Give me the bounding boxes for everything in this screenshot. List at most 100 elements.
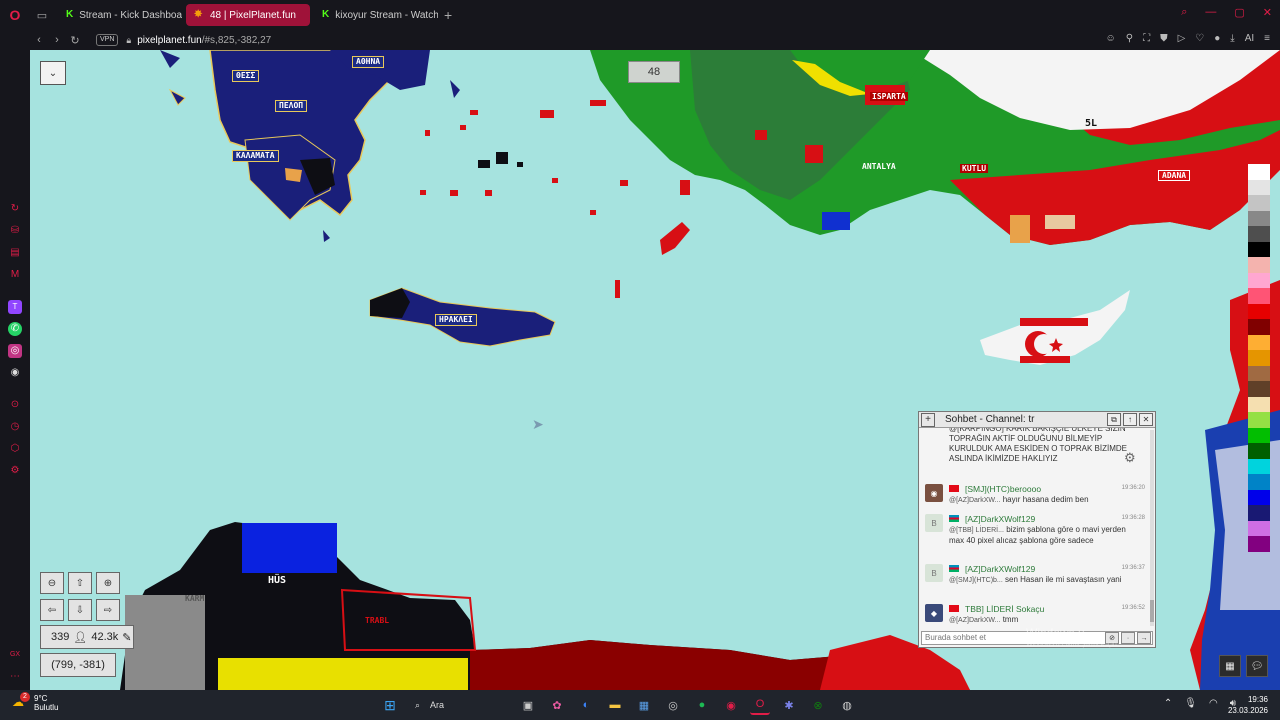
download-icon[interactable]: ⤓: [1230, 33, 1234, 44]
move-down-button[interactable]: ⇩: [68, 599, 92, 621]
opera-logo-icon[interactable]: O: [0, 0, 30, 30]
extensions-icon[interactable]: ⬡: [8, 442, 22, 456]
tab-pixelplanet[interactable]: ✸ 48 | PixelPlanet.fun: [186, 4, 310, 26]
github-icon[interactable]: ◍: [837, 695, 857, 715]
chat-settings-icon[interactable]: ⚙: [1124, 450, 1136, 466]
windows-start-icon[interactable]: ⊞: [380, 695, 400, 715]
twitch-icon[interactable]: T: [8, 300, 22, 314]
refresh-feed-icon[interactable]: ↻: [8, 202, 22, 216]
new-tab-button[interactable]: +: [444, 7, 452, 23]
microphone-icon[interactable]: 🎙︎: [1184, 698, 1197, 709]
tab-islands-icon[interactable]: ▭: [30, 0, 54, 30]
instagram-icon[interactable]: ◎: [8, 344, 22, 358]
vpn-badge[interactable]: VPN: [96, 34, 119, 46]
tab-kick-dashboard[interactable]: K Stream - Kick Dashboard: [58, 4, 182, 26]
emoji-icon[interactable]: ☺: [1106, 33, 1116, 44]
lock-icon[interactable]: 🔒︎: [126, 35, 131, 46]
close-window-button[interactable]: ✕: [1263, 6, 1272, 19]
message-author[interactable]: [AZ]DarkXWolf129: [965, 564, 1035, 574]
palette-swatch[interactable]: [1248, 303, 1270, 319]
palette-swatch[interactable]: [1248, 226, 1270, 242]
steam-icon[interactable]: ◎: [663, 695, 683, 715]
teams-icon[interactable]: ✱: [779, 695, 799, 715]
xbox-icon[interactable]: ⊗: [808, 695, 828, 715]
chat-header[interactable]: + Sohbet - Channel: tr ⧉ ↑ ✕: [919, 412, 1155, 428]
palette-swatch[interactable]: [1248, 536, 1270, 552]
palette-swatch[interactable]: [1248, 350, 1270, 366]
move-right-button[interactable]: ⇨: [96, 599, 120, 621]
chat-add-button[interactable]: +: [921, 412, 935, 427]
emoji-picker-button[interactable]: ·: [1121, 632, 1135, 644]
chat-messages[interactable]: @[KARPINGO] KARIK BAKIŞÇIE ÜLKEYE SİZİN …: [919, 428, 1155, 630]
palette-swatch[interactable]: [1248, 458, 1270, 474]
play-icon[interactable]: ▷: [1178, 33, 1186, 44]
pencil-icon[interactable]: ✎: [122, 631, 131, 644]
store-icon[interactable]: ▦: [634, 695, 654, 715]
app-red-icon[interactable]: ◉: [721, 695, 741, 715]
palette-swatch[interactable]: [1248, 427, 1270, 443]
palette-swatch[interactable]: [1248, 489, 1270, 505]
forward-button[interactable]: ›: [48, 34, 66, 46]
aria-ai-button[interactable]: AI: [1245, 33, 1254, 44]
chat-close-button[interactable]: ✕: [1139, 413, 1153, 426]
taskbar-search[interactable]: ⌕ Ara: [409, 695, 509, 715]
shopping-icon[interactable]: ▤: [8, 246, 22, 260]
history-view-button[interactable]: ▦: [1219, 655, 1241, 677]
menu-toggle-button[interactable]: ⌄: [40, 61, 66, 85]
settings-icon[interactable]: ⚙: [8, 464, 22, 478]
gx-icon[interactable]: GX: [8, 648, 22, 662]
palette-swatch[interactable]: [1248, 396, 1270, 412]
palette-swatch[interactable]: [1248, 520, 1270, 536]
palette-swatch[interactable]: [1248, 164, 1270, 180]
menu-icon[interactable]: ≡: [1264, 33, 1270, 44]
palette-swatch[interactable]: [1248, 272, 1270, 288]
palette-swatch[interactable]: [1248, 443, 1270, 459]
palette-swatch[interactable]: [1248, 319, 1270, 335]
chat-scroll-thumb[interactable]: [1150, 600, 1154, 622]
player-icon[interactable]: ⊙: [8, 398, 22, 412]
file-explorer-icon[interactable]: ▬: [605, 695, 625, 715]
more-icon[interactable]: ⋯: [8, 670, 22, 684]
palette-swatch[interactable]: [1248, 288, 1270, 304]
chat-popout-button[interactable]: ⧉: [1107, 413, 1121, 426]
discord-icon[interactable]: ◉: [8, 366, 22, 380]
copilot-icon[interactable]: ✿: [547, 695, 567, 715]
send-button[interactable]: →: [1137, 632, 1151, 644]
palette-swatch[interactable]: [1248, 365, 1270, 381]
move-left-button[interactable]: ⇦: [40, 599, 64, 621]
chat-scrollbar[interactable]: [1150, 430, 1154, 626]
wifi-icon[interactable]: ◠: [1209, 698, 1218, 709]
chat-toggle-button[interactable]: 💬︎: [1246, 655, 1268, 677]
clock[interactable]: 19:36 23.03.2026: [1228, 694, 1268, 716]
snapshot-icon[interactable]: ⛶: [1143, 33, 1150, 44]
palette-swatch[interactable]: [1248, 412, 1270, 428]
message-author[interactable]: [SMJ](HTC)beroooo: [965, 484, 1041, 494]
minimize-button[interactable]: —: [1205, 6, 1216, 19]
palette-swatch[interactable]: [1248, 241, 1270, 257]
history-icon[interactable]: ◷: [8, 420, 22, 434]
zoom-in-button[interactable]: ⊕: [96, 572, 120, 594]
palette-swatch[interactable]: [1248, 505, 1270, 521]
tab-kick-stream[interactable]: K kixoyur Stream - Watch Live: [314, 4, 438, 26]
edge-icon[interactable]: ◐: [576, 695, 596, 715]
palette-swatch[interactable]: [1248, 474, 1270, 490]
palette-swatch[interactable]: [1248, 334, 1270, 350]
whatsapp-icon[interactable]: ✆: [8, 322, 22, 336]
account-icon[interactable]: ●: [1214, 33, 1220, 44]
tray-expand-icon[interactable]: ⌃: [1164, 698, 1172, 709]
message-author[interactable]: [AZ]DarkXWolf129: [965, 514, 1035, 524]
search-tabs-icon[interactable]: ⌕: [1181, 6, 1187, 19]
message-author[interactable]: TBB] LİDERİ Sokaçu: [965, 604, 1044, 614]
coordinates-display[interactable]: (799, -381): [40, 653, 116, 677]
url-field[interactable]: pixelplanet.fun/#s,825,-382,27: [137, 35, 271, 46]
pin-icon[interactable]: ⚲: [1126, 33, 1133, 44]
task-view-icon[interactable]: ▣: [518, 695, 538, 715]
palette-swatch[interactable]: [1248, 257, 1270, 273]
back-button[interactable]: ‹: [30, 34, 48, 46]
palette-swatch[interactable]: [1248, 195, 1270, 211]
weather-widget[interactable]: ☁ 2 9°C Bulutlu: [12, 692, 58, 712]
crypto-wallet-icon[interactable]: ⛁: [8, 224, 22, 238]
messenger-icon[interactable]: M: [8, 268, 22, 282]
chat-maximize-button[interactable]: ↑: [1123, 413, 1137, 426]
spotify-icon[interactable]: ●: [692, 695, 712, 715]
